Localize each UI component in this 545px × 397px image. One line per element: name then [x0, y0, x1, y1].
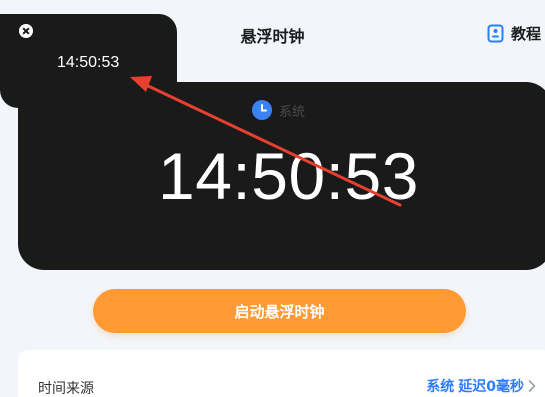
clock-time-display: 14:50:53	[158, 139, 419, 213]
delay-value: 延迟0毫秒	[458, 379, 524, 395]
document-icon	[487, 24, 504, 42]
chevron-right-icon	[528, 380, 536, 392]
time-source-selector[interactable]: 系统 延迟0毫秒	[426, 376, 536, 396]
tutorial-button[interactable]: 教程	[486, 22, 541, 44]
floating-clock-window[interactable]: 14:50:53	[0, 14, 177, 108]
clock-icon	[252, 100, 272, 120]
time-source-value: 系统	[426, 379, 455, 395]
clock-source-row: 系统	[252, 100, 305, 120]
floating-clock-time: 14:50:53	[57, 54, 120, 71]
clock-preview-card: 系统 14:50:53	[18, 82, 545, 270]
settings-card: 时间来源 系统 延迟0毫秒	[18, 350, 545, 397]
tutorial-label: 教程	[510, 24, 541, 43]
time-source-label: 时间来源	[38, 381, 94, 397]
close-icon[interactable]	[19, 24, 33, 38]
start-floating-clock-button[interactable]: 启动悬浮时钟	[93, 289, 466, 333]
clock-source-label: 系统	[279, 104, 306, 120]
